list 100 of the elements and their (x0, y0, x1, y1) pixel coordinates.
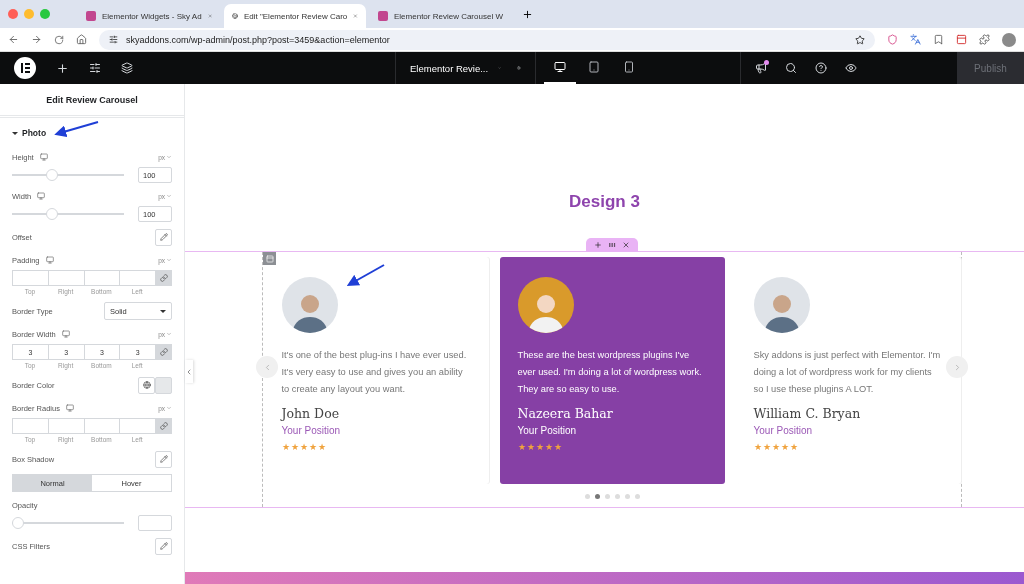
extension-icon[interactable] (933, 34, 944, 45)
review-text: Sky addons is just perfect with Elementor. I'm doing a lot of wordpress work for my clients so I use these plugins A LOT. (753, 349, 942, 396)
monitor-icon[interactable] (61, 330, 70, 338)
pagination-dot[interactable] (594, 494, 600, 499)
monitor-icon[interactable] (39, 153, 48, 161)
chevron-down-icon (166, 193, 172, 199)
number-input[interactable] (138, 515, 172, 531)
section-title: Photo (22, 128, 47, 138)
search-icon[interactable] (784, 62, 797, 74)
layers-icon[interactable] (121, 62, 133, 74)
pagination-dot[interactable] (604, 494, 610, 499)
pencil-icon (159, 455, 168, 463)
slider-handle[interactable] (46, 169, 58, 181)
reviewer-name: John Doe (281, 406, 341, 421)
caret-icon (12, 131, 18, 135)
browser-tab[interactable]: Edit "Elementor Review Caro (224, 4, 366, 28)
slider-handle[interactable] (12, 517, 24, 529)
home-icon[interactable] (76, 34, 87, 45)
monitor-icon[interactable] (65, 404, 74, 412)
chevron-left-icon (185, 367, 193, 376)
new-tab-icon[interactable] (522, 8, 533, 20)
star-icon: ★ (517, 442, 526, 452)
collapse-panel-button[interactable] (185, 360, 193, 383)
edit-button[interactable] (155, 450, 172, 468)
add-icon[interactable] (56, 61, 69, 75)
logo-icon[interactable] (14, 57, 36, 79)
star-icon: ★ (299, 442, 308, 452)
extension-icon[interactable] (887, 34, 898, 45)
star-icon: ★ (771, 442, 780, 452)
reviewer-position: Your Position (753, 425, 814, 436)
reload-icon[interactable] (54, 34, 64, 45)
reviewer-position: Your Position (517, 425, 578, 436)
edit-button[interactable] (155, 537, 172, 555)
pencil-icon (159, 542, 168, 550)
star-icon: ★ (308, 442, 317, 452)
maximize-window-icon[interactable] (40, 9, 50, 19)
reviewer-name: William C. Bryan (753, 406, 862, 421)
pagination-dot[interactable] (624, 494, 630, 499)
link-icon (159, 348, 168, 356)
widget-edit-button[interactable] (263, 252, 276, 265)
section-header[interactable]: Photo (12, 126, 172, 140)
global-colors-button[interactable] (138, 376, 155, 394)
extension-icon[interactable] (956, 34, 967, 45)
star-icon: ★ (553, 442, 562, 452)
notification-dot (763, 60, 769, 65)
panel-title: Edit Review Carousel (0, 84, 184, 118)
widget-icon (265, 254, 274, 263)
extension-icon[interactable] (910, 34, 921, 45)
star-icon: ★ (317, 442, 326, 452)
reviewer-name: Nazeera Bahar (517, 406, 614, 421)
star-icon: ★ (789, 442, 798, 452)
pagination-dot[interactable] (614, 494, 620, 499)
drag-handle-icon[interactable] (608, 241, 616, 249)
desktop-icon (554, 61, 567, 73)
dimension-input[interactable] (12, 270, 48, 286)
star-icon: ★ (780, 442, 789, 452)
link-button[interactable] (155, 344, 172, 360)
help-icon[interactable] (814, 62, 827, 74)
site-settings-icon[interactable] (109, 35, 118, 44)
pagination-dot[interactable] (634, 494, 640, 499)
dimension-input[interactable] (47, 418, 84, 434)
dimension-input[interactable] (83, 270, 120, 286)
caret-icon (160, 309, 166, 313)
dimension-input[interactable] (83, 418, 120, 434)
star-icon: ★ (281, 442, 290, 452)
link-button[interactable] (155, 418, 172, 434)
dimension-input[interactable] (12, 418, 48, 434)
annotation-arrow (346, 264, 385, 286)
review-text: It's one of the best plug-ins I have ever used. It's very easy to use and gives you an ability to create any layout you want. (281, 349, 468, 396)
preview-icon[interactable] (844, 62, 857, 74)
settings-sliders-icon[interactable] (89, 62, 101, 74)
back-icon[interactable] (8, 34, 19, 45)
annotation-arrow (54, 121, 99, 138)
close-icon[interactable] (353, 12, 358, 20)
edit-button[interactable] (155, 228, 172, 246)
extensions-icon[interactable] (979, 34, 990, 45)
globe-icon (142, 381, 151, 389)
close-icon[interactable] (622, 241, 630, 249)
document-title[interactable]: Elementor Revie... (410, 62, 489, 74)
browser-tab[interactable]: Elementor Widgets - Sky Ad (78, 4, 220, 28)
monitor-icon[interactable] (45, 256, 54, 264)
star-icon: ★ (290, 442, 299, 452)
monitor-icon[interactable] (37, 192, 46, 200)
bookmark-star-icon[interactable] (855, 34, 865, 45)
minimize-window-icon[interactable] (24, 9, 34, 19)
color-swatch[interactable] (155, 376, 172, 394)
profile-avatar[interactable] (1002, 32, 1016, 47)
star-icon: ★ (535, 442, 544, 452)
pencil-icon (159, 233, 168, 241)
dimension-input[interactable] (47, 270, 84, 286)
close-icon[interactable] (207, 12, 212, 20)
close-window-icon[interactable] (8, 9, 18, 19)
star-icon: ★ (526, 442, 535, 452)
megaphone-icon[interactable] (754, 62, 767, 74)
forward-icon[interactable] (31, 34, 42, 45)
favicon-icon (86, 11, 96, 21)
address-bar[interactable]: skyaddons.com/wp-admin/post.php?post=3459&action=elementor (99, 29, 875, 50)
link-button[interactable] (155, 270, 172, 286)
pagination-dot[interactable] (584, 494, 590, 499)
slider-handle[interactable] (46, 208, 58, 220)
